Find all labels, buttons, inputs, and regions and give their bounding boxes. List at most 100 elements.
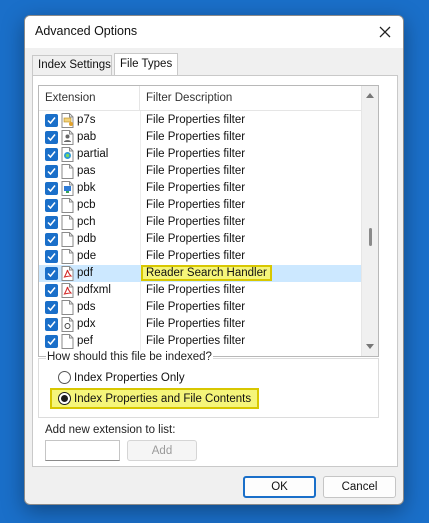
contact-file-icon [61,130,74,145]
row-filter-description: File Properties filter [146,299,245,316]
row-checkbox[interactable] [45,284,58,297]
list-row-pbk[interactable]: pbk File Properties filter [39,180,362,197]
vertical-scrollbar[interactable] [361,86,378,356]
add-extension-label: Add new extension to list: [45,424,176,436]
column-header-filter-description[interactable]: Filter Description [140,86,362,111]
add-extension-input[interactable] [45,440,120,461]
certificate-file-icon [61,113,74,128]
filter-text: File Properties filter [146,114,246,126]
row-extension: pch [77,216,96,228]
checkmark-icon [47,321,56,329]
row-extension: pdx [77,318,96,330]
list-row-pch[interactable]: pch File Properties filter [39,214,362,231]
row-checkbox[interactable] [45,182,58,195]
row-extension: pds [77,301,96,313]
row-checkbox[interactable] [45,131,58,144]
row-checkbox[interactable] [45,267,58,280]
row-extension: pdf [77,267,93,279]
file-icon [61,249,74,264]
column-header-extension[interactable]: Extension [39,86,140,111]
network-phonebook-icon [61,181,74,196]
list-row-pdfxml[interactable]: pdfxml File Properties filter [39,282,362,299]
row-filter-description: File Properties filter [146,282,245,299]
filter-text: File Properties filter [146,250,246,262]
list-row-pef[interactable]: pef File Properties filter [39,333,362,350]
tab-index-settings[interactable]: Index Settings [32,55,112,75]
dialog-title: Advanced Options [35,24,138,38]
row-checkbox[interactable] [45,233,58,246]
file-icon [61,164,74,179]
scroll-thumb[interactable] [369,228,372,246]
advanced-options-dialog: Advanced Options Index Settings File Typ… [24,15,404,505]
tab-file-types[interactable]: File Types [114,53,178,76]
row-filter-description: Reader Search Handler [141,265,272,282]
row-checkbox[interactable] [45,114,58,127]
row-filter-description: File Properties filter [146,146,245,163]
scroll-up-button[interactable] [362,87,378,103]
row-checkbox[interactable] [45,216,58,229]
cancel-button[interactable]: Cancel [323,476,396,498]
file-types-list[interactable]: Extension Filter Description p7s File Pro… [38,85,379,357]
add-button[interactable]: Add [127,440,197,461]
row-checkbox[interactable] [45,335,58,348]
list-row-pdb[interactable]: pdb File Properties filter [39,231,362,248]
row-filter-description: File Properties filter [146,163,245,180]
list-row-pas[interactable]: pas File Properties filter [39,163,362,180]
row-filter-description: File Properties filter [146,333,245,350]
list-row-pdx[interactable]: pdx File Properties filter [39,316,362,333]
row-checkbox[interactable] [45,318,58,331]
row-checkbox[interactable] [45,250,58,263]
list-row-p7s[interactable]: p7s File Properties filter [39,112,362,129]
filter-text: File Properties filter [146,318,246,330]
file-icon [61,300,74,315]
edge-partial-file-icon [61,147,74,162]
checkmark-icon [47,338,56,346]
row-extension: pab [77,131,97,143]
list-row-partial[interactable]: partial File Properties filter [39,146,362,163]
list-rows: p7s File Properties filter pab File Propert… [39,112,362,350]
list-row-pcb[interactable]: pcb File Properties filter [39,197,362,214]
filter-text: File Properties filter [146,216,246,228]
chevron-down-icon [366,344,374,349]
row-filter-description: File Properties filter [146,180,245,197]
list-row-pab[interactable]: pab File Properties filter [39,129,362,146]
radio-label: Index Properties Only [74,371,185,384]
checkmark-icon [47,185,56,193]
row-extension: pef [77,335,93,347]
acrobat-index-file-icon [61,317,74,332]
row-extension: pas [77,165,96,177]
indexing-question-label: How should this file be indexed? [46,351,213,363]
filter-text: File Properties filter [146,165,246,177]
radio-label: Index Properties and File Contents [74,392,252,405]
list-row-pdf[interactable]: pdf Reader Search Handler [39,265,362,282]
radio-index-properties-and-contents[interactable]: Index Properties and File Contents [50,388,260,409]
ok-button[interactable]: OK [243,476,316,498]
list-row-pds[interactable]: pds File Properties filter [39,299,362,316]
row-checkbox[interactable] [45,165,58,178]
radio-button[interactable] [58,371,71,384]
title-bar: Advanced Options [25,16,403,48]
file-icon [61,232,74,247]
checkmark-icon [47,202,56,210]
checkmark-icon [47,270,56,278]
checkmark-icon [47,287,56,295]
row-filter-description: File Properties filter [146,316,245,333]
row-extension: pde [77,250,97,262]
row-filter-description: File Properties filter [146,214,245,231]
close-button[interactable] [371,19,399,45]
pdf-file-icon [61,266,74,281]
file-icon [61,215,74,230]
radio-index-properties-only[interactable]: Index Properties Only [58,371,185,384]
row-checkbox[interactable] [45,148,58,161]
radio-button-selected[interactable] [58,392,71,405]
row-extension: p7s [77,114,96,126]
checkmark-icon [47,304,56,312]
row-filter-description: File Properties filter [146,112,245,129]
row-checkbox[interactable] [45,301,58,314]
scroll-down-button[interactable] [362,339,378,355]
list-row-pde[interactable]: pde File Properties filter [39,248,362,265]
pdf-file-icon [61,283,74,298]
row-extension: pdb [77,233,97,245]
file-icon [61,334,74,349]
row-checkbox[interactable] [45,199,58,212]
